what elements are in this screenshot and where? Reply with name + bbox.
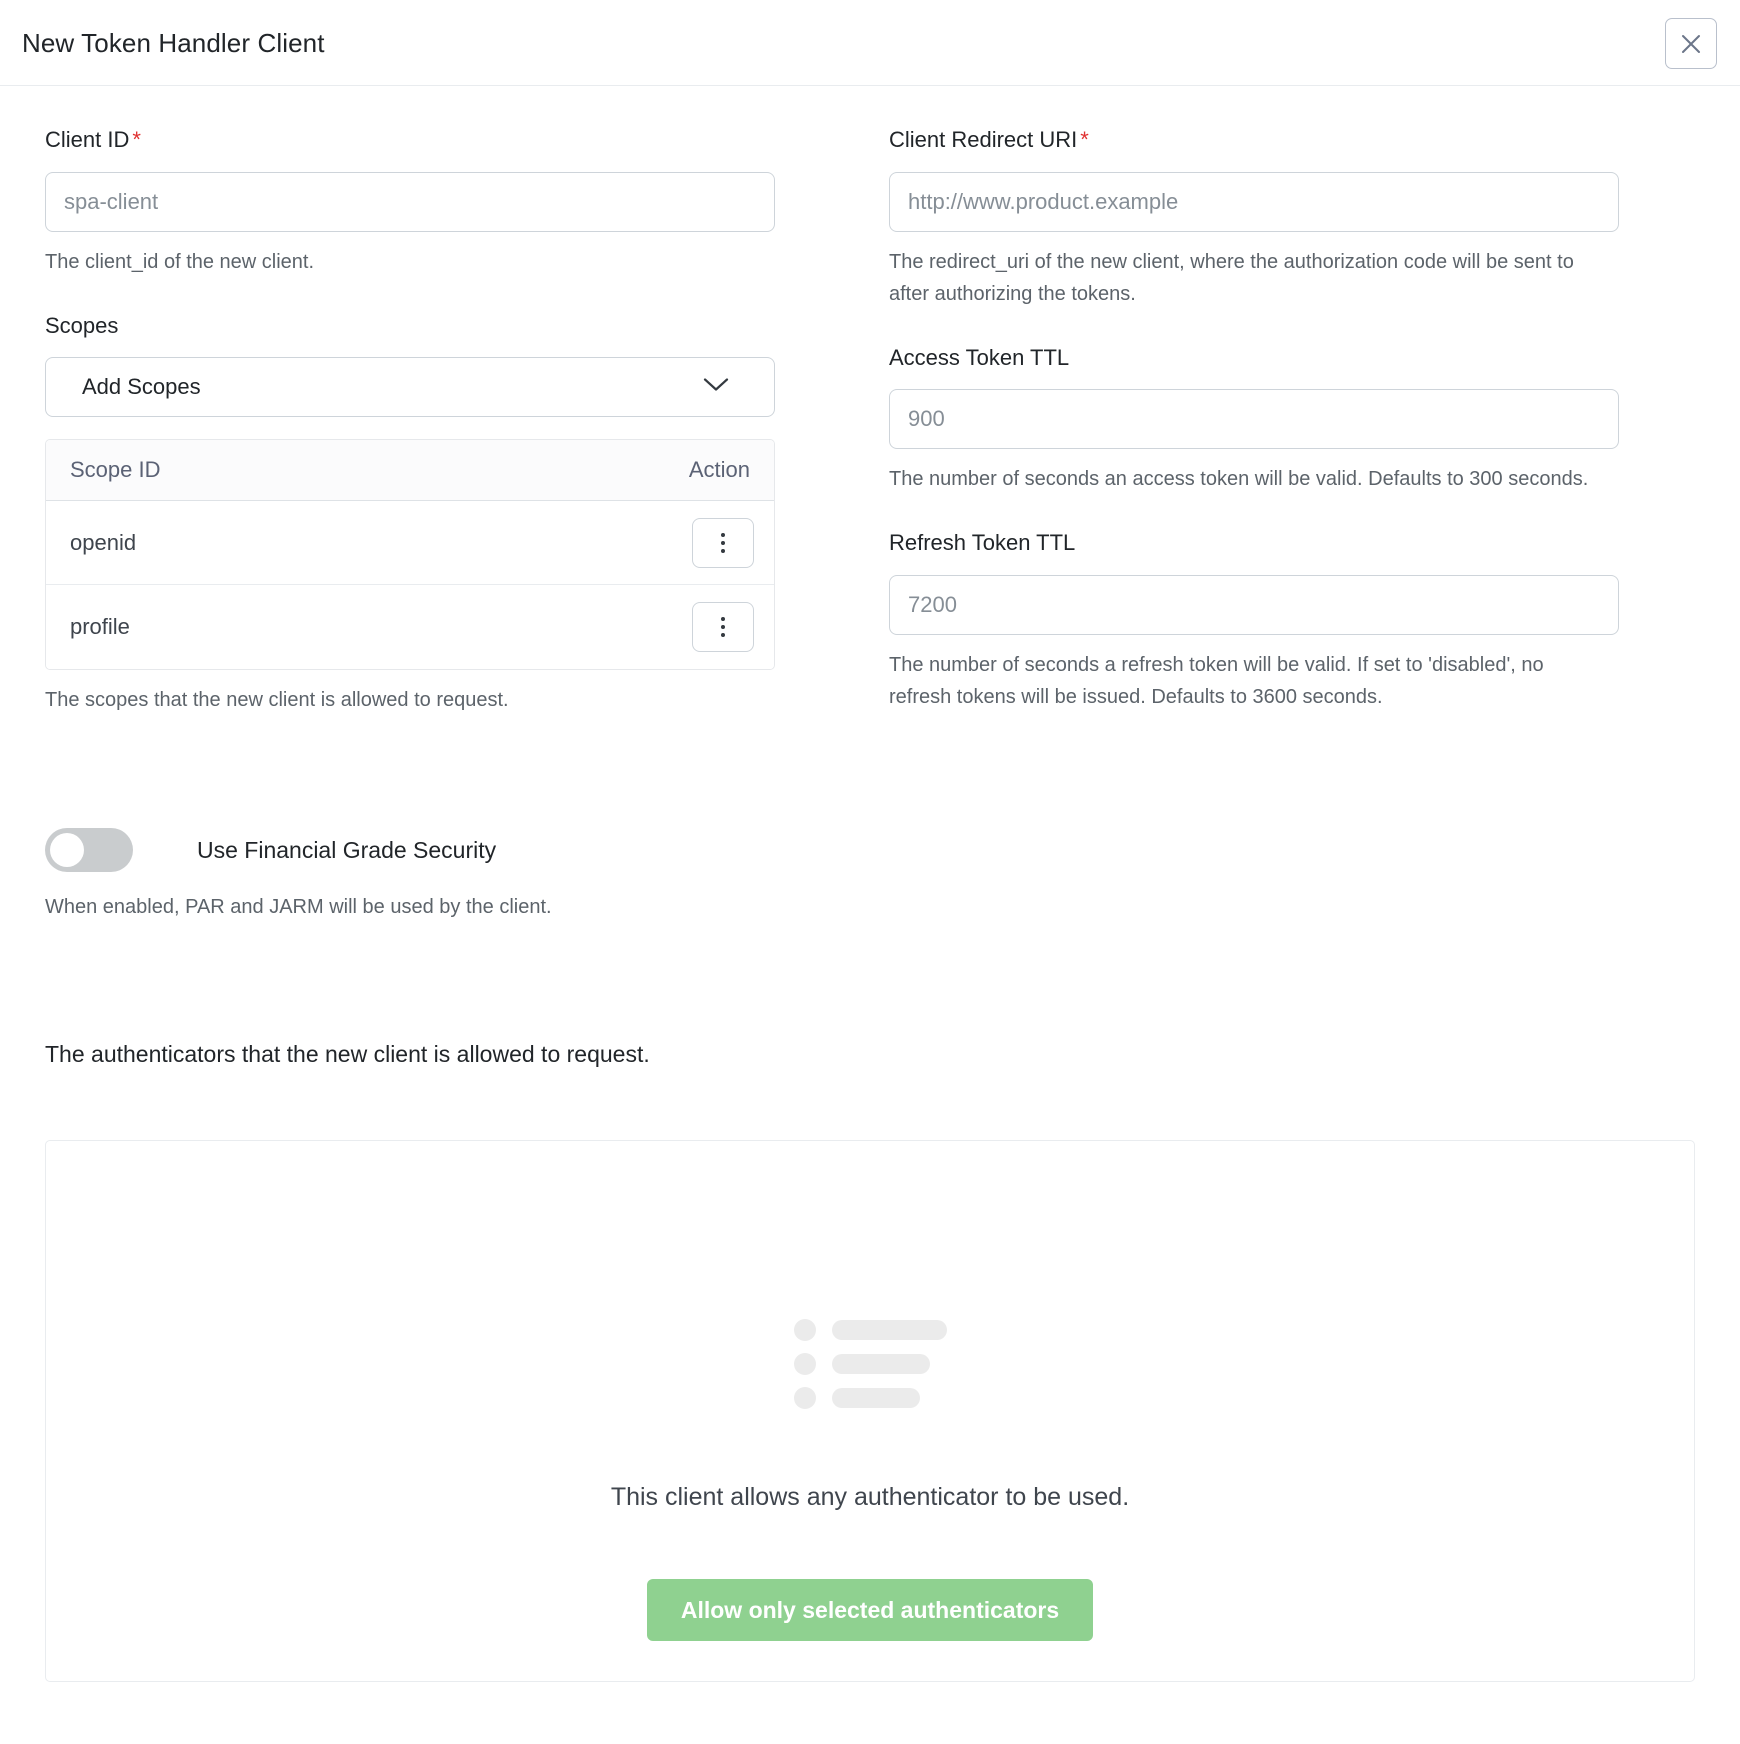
kebab-menu-icon: [721, 617, 725, 637]
authenticators-empty-text: This client allows any authenticator to …: [610, 1483, 1130, 1511]
add-scopes-select[interactable]: Add Scopes: [45, 357, 775, 417]
scopes-help: The scopes that the new client is allowe…: [45, 689, 509, 711]
field-client-id: Client ID* The client_id of the new clie…: [45, 126, 775, 278]
client-id-help: The client_id of the new client.: [45, 250, 315, 273]
financial-grade-security-row: Use Financial Grade Security: [45, 828, 775, 872]
field-scopes: Scopes Add Scopes Scope ID Action openid…: [45, 312, 775, 717]
modal-body: Client ID* The client_id of the new clie…: [0, 86, 1740, 1682]
form-column-left: Client ID* The client_id of the new clie…: [45, 126, 775, 939]
form-columns: Client ID* The client_id of the new clie…: [45, 126, 1695, 939]
required-marker: *: [132, 127, 141, 152]
kebab-menu-icon: [721, 532, 725, 553]
refresh-token-ttl-help: The number of seconds a refresh token wi…: [889, 653, 1544, 708]
chevron-down-icon: [702, 376, 730, 399]
close-icon: [1678, 31, 1704, 57]
client-id-label: Client ID *: [45, 127, 141, 152]
row-action-kebab-button[interactable]: [692, 602, 754, 652]
refresh-token-ttl-label: Refresh Token TTL: [889, 530, 1076, 555]
client-redirect-uri-label: Client Redirect URI *: [889, 127, 1089, 152]
required-marker: *: [1080, 127, 1089, 152]
access-token-ttl-input[interactable]: [889, 389, 1619, 449]
client-redirect-uri-help: The redirect_uri of the new client, wher…: [889, 250, 1574, 305]
authenticators-section: The authenticators that the new client i…: [45, 1041, 1695, 1682]
scopes-label: Scopes: [45, 312, 119, 338]
column-header-scope-id: Scope ID: [70, 457, 161, 482]
field-access-token-ttl: Access Token TTL The number of seconds a…: [889, 344, 1619, 496]
skeleton-row: [793, 1319, 947, 1341]
refresh-token-ttl-input[interactable]: [889, 574, 1619, 635]
skeleton-row: [793, 1387, 947, 1409]
table-row: profile: [46, 585, 774, 669]
financial-grade-security-help: When enabled, PAR and JARM will be used …: [45, 896, 552, 918]
authenticators-intro: The authenticators that the new client i…: [45, 1041, 650, 1067]
add-scopes-selected-value: Add Scopes: [82, 374, 201, 399]
modal-header: New Token Handler Client: [0, 0, 1740, 86]
financial-grade-security-label: Use Financial Grade Security: [197, 836, 497, 863]
field-client-redirect-uri: Client Redirect URI* The redirect_uri of…: [889, 126, 1619, 310]
row-action-kebab-button[interactable]: [692, 517, 754, 568]
scope-id-value: openid: [70, 529, 137, 555]
allow-only-selected-authenticators-button[interactable]: Allow only selected authenticators: [646, 1579, 1094, 1641]
client-id-input[interactable]: [45, 171, 775, 232]
scopes-table: Scope ID Action openid profile: [45, 439, 775, 670]
scope-id-value: profile: [70, 614, 130, 639]
client-redirect-uri-input[interactable]: [889, 171, 1619, 232]
table-row: openid: [46, 501, 774, 585]
authenticators-empty-card: This client allows any authenticator to …: [45, 1140, 1695, 1682]
scopes-table-header: Scope ID Action: [46, 440, 774, 501]
page-title: New Token Handler Client: [22, 27, 325, 58]
form-column-right: Client Redirect URI* The redirect_uri of…: [889, 126, 1619, 713]
close-button[interactable]: [1665, 18, 1717, 69]
column-header-action: Action: [688, 457, 750, 482]
access-token-ttl-help: The number of seconds an access token wi…: [889, 468, 1589, 490]
field-refresh-token-ttl: Refresh Token TTL The number of seconds …: [889, 529, 1619, 713]
list-skeleton-icon: [793, 1319, 947, 1409]
toggle-knob: [50, 833, 84, 867]
access-token-ttl-label: Access Token TTL: [889, 344, 1070, 370]
financial-grade-security-toggle[interactable]: [45, 828, 133, 872]
skeleton-row: [793, 1353, 947, 1375]
